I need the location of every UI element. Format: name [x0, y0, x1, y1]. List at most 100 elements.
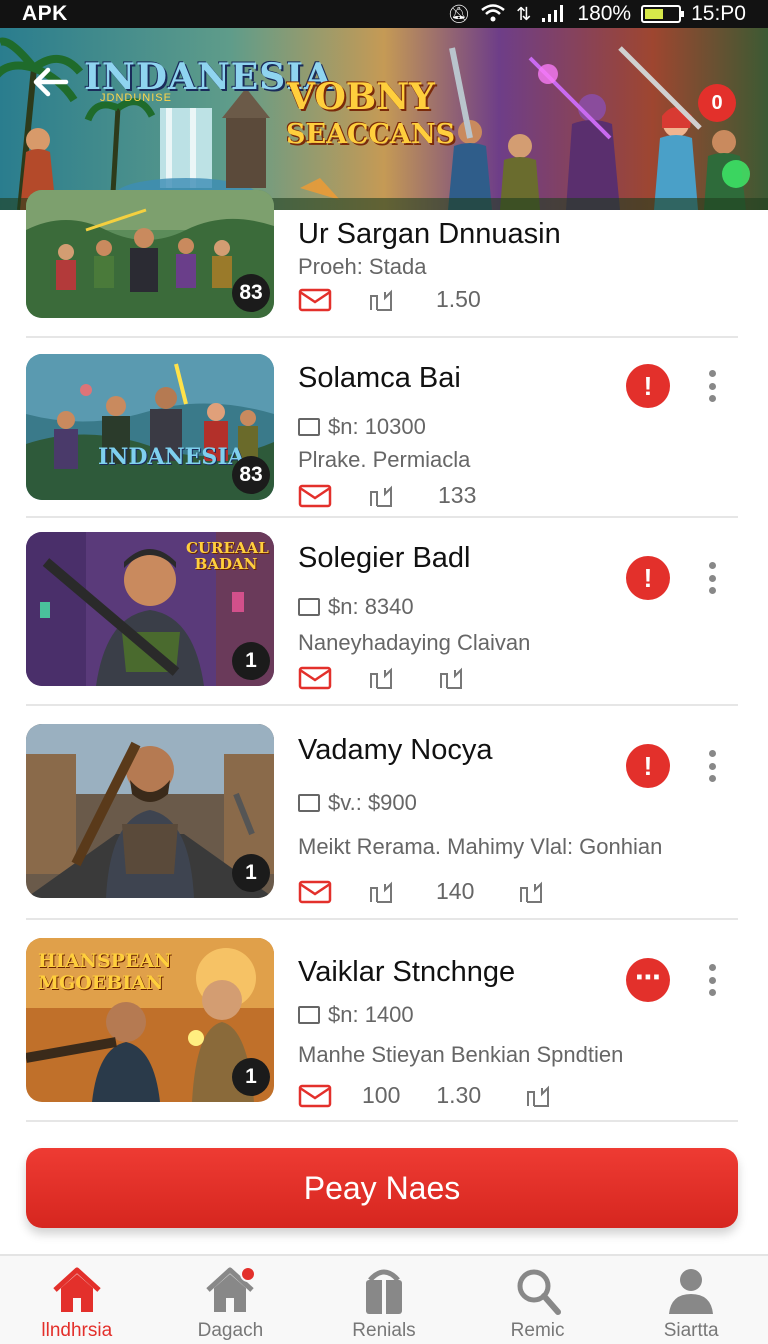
- list-divider: [26, 336, 738, 338]
- mail-icon: [298, 1084, 332, 1108]
- item-count-badge: 83: [232, 456, 270, 494]
- item-more-options-button[interactable]: ⋯: [626, 958, 670, 1002]
- list-item[interactable]: 1 Vadamy Nocya $v.: $900 Meikt Rerama. M…: [0, 724, 768, 904]
- app-screen: APK 🔕︎ ⇅ 180% 15:P0 INDANESIA JDNDUNISE …: [0, 0, 768, 1344]
- item-stats: 140: [298, 878, 544, 905]
- item-subtitle: Naneyhadaying Claivan: [298, 630, 531, 655]
- signal-icon: [541, 3, 567, 26]
- price-tag-icon: [298, 598, 320, 616]
- hero-banner: INDANESIA JDNDUNISE VOBNY SEACCANS 0: [0, 28, 768, 210]
- mail-icon: [298, 484, 332, 508]
- mail-icon: [298, 880, 332, 904]
- list-divider: [26, 516, 738, 518]
- list-divider: [26, 918, 738, 920]
- wifi-icon: [480, 3, 506, 26]
- nav-item-home[interactable]: llndhrsia: [0, 1256, 154, 1344]
- nav-item-dagach[interactable]: Dagach: [154, 1256, 308, 1344]
- list-divider: [26, 1120, 738, 1122]
- item-subtitle: Manhe Stieyan Benkian Spndtien: [298, 1042, 624, 1067]
- status-app-label: APK: [22, 2, 68, 25]
- banner-game-title: VOBNY SEACCANS: [286, 76, 456, 154]
- item-action-button[interactable]: !: [626, 556, 670, 600]
- item-more-button[interactable]: [700, 556, 724, 600]
- item-title: Solegier Badl: [298, 542, 471, 574]
- item-count-badge: 1: [232, 1058, 270, 1096]
- item-stat-value: 140: [436, 878, 475, 904]
- item-subtitle: Meikt Rerama. Mahimy Vlal: Gonhian: [298, 834, 663, 859]
- share-icon[interactable]: [368, 880, 394, 904]
- game-thumbnail: CUREAAL BADAN 1: [26, 532, 274, 686]
- item-more-button[interactable]: [700, 364, 724, 408]
- item-action-button[interactable]: !: [626, 744, 670, 788]
- item-price-text: $n: 8340: [328, 594, 414, 619]
- item-title: Solamca Bai: [298, 362, 461, 394]
- share-icon[interactable]: [368, 288, 394, 312]
- bookmark-icon[interactable]: [525, 1084, 551, 1108]
- banner-game-title-line-2: SEACCANS: [286, 119, 456, 150]
- item-count-badge: 1: [232, 854, 270, 892]
- item-price: $n: 10300: [298, 414, 426, 440]
- home-icon: [51, 1266, 103, 1316]
- item-price-text: $n: 10300: [328, 414, 426, 439]
- back-button[interactable]: [30, 62, 74, 106]
- nav-item-search[interactable]: Remic: [461, 1256, 615, 1344]
- profile-icon: [665, 1266, 717, 1316]
- list-item[interactable]: CUREAAL BADAN 1 Solegier Badl $n: 8340 N…: [0, 532, 768, 690]
- mute-icon: 🔕︎: [447, 4, 471, 24]
- nav-label: Dagach: [197, 1320, 264, 1341]
- item-stat-value: 100: [362, 1082, 401, 1108]
- game-thumbnail: HIANSPEAN MGOEBIAN 1: [26, 938, 274, 1102]
- item-title: Vaiklar Stnchnge: [298, 956, 516, 988]
- mail-icon: [298, 666, 332, 690]
- nav-label: Remic: [510, 1320, 565, 1341]
- item-stats: 133: [298, 482, 476, 509]
- list-item[interactable]: HIANSPEAN MGOEBIAN 1 Vaiklar Stnchnge $n…: [0, 938, 768, 1108]
- item-price: $n: 8340: [298, 594, 414, 620]
- thumbnail-logo-text: CUREAAL BADAN: [186, 539, 269, 573]
- status-icons: 🔕︎ ⇅ 180% 15:P0: [447, 2, 746, 26]
- game-thumbnail: 83: [26, 190, 274, 318]
- price-tag-icon: [298, 1006, 320, 1024]
- list-item[interactable]: INDANESIA 83 Solamca Bai $n: 10300 Plrak…: [0, 354, 768, 508]
- price-tag-icon: [298, 418, 320, 436]
- bookmark-icon[interactable]: [518, 880, 544, 904]
- item-more-button[interactable]: [700, 744, 724, 788]
- item-stats: 100 1.30: [298, 1082, 551, 1109]
- nav-item-renials[interactable]: Renials: [307, 1256, 461, 1344]
- item-count-badge: 1: [232, 642, 270, 680]
- list-item[interactable]: 83 Ur Sargan Dnnuasin Proeh: Stada 1.50: [0, 190, 768, 338]
- nav-label: Renials: [352, 1320, 416, 1341]
- arrow-left-icon: [33, 67, 69, 97]
- item-stat-value: 1.30: [436, 1082, 482, 1108]
- item-stats: 1.50: [298, 286, 481, 313]
- item-subtitle: Proeh: Stada: [298, 254, 427, 279]
- item-more-button[interactable]: [700, 958, 724, 1002]
- home-notification-icon: [204, 1266, 257, 1316]
- item-stat-value: 1.50: [436, 286, 481, 312]
- game-thumbnail: 1: [26, 724, 274, 898]
- thumbnail-logo-text: INDANESIA: [98, 444, 245, 470]
- status-time: 15:P0: [691, 2, 746, 25]
- item-title: Vadamy Nocya: [298, 734, 493, 766]
- nav-label: llndhrsia: [41, 1320, 113, 1341]
- nav-item-profile[interactable]: Siartta: [614, 1256, 768, 1344]
- game-thumbnail: INDANESIA 83: [26, 354, 274, 500]
- briefcase-icon: [358, 1266, 410, 1316]
- item-price-text: $n: 1400: [328, 1002, 414, 1027]
- item-action-button[interactable]: !: [626, 364, 670, 408]
- banner-game-title-line-1: VOBNY: [287, 76, 435, 118]
- share-icon[interactable]: [368, 484, 394, 508]
- status-bar: APK 🔕︎ ⇅ 180% 15:P0: [0, 0, 768, 28]
- item-price-text: $v.: $900: [328, 790, 417, 815]
- banner-notification-badge[interactable]: 0: [698, 84, 736, 122]
- item-subtitle: Plrake. Permiacla: [298, 447, 471, 472]
- primary-action-button[interactable]: Peay Naes: [26, 1148, 738, 1228]
- item-price: $v.: $900: [298, 790, 417, 816]
- share-icon[interactable]: [368, 666, 394, 690]
- battery-icon: [641, 5, 685, 23]
- price-tag-icon: [298, 794, 320, 812]
- bookmark-icon[interactable]: [438, 666, 464, 690]
- nav-label: Siartta: [663, 1320, 719, 1341]
- list-divider: [26, 704, 738, 706]
- mail-icon: [298, 288, 332, 312]
